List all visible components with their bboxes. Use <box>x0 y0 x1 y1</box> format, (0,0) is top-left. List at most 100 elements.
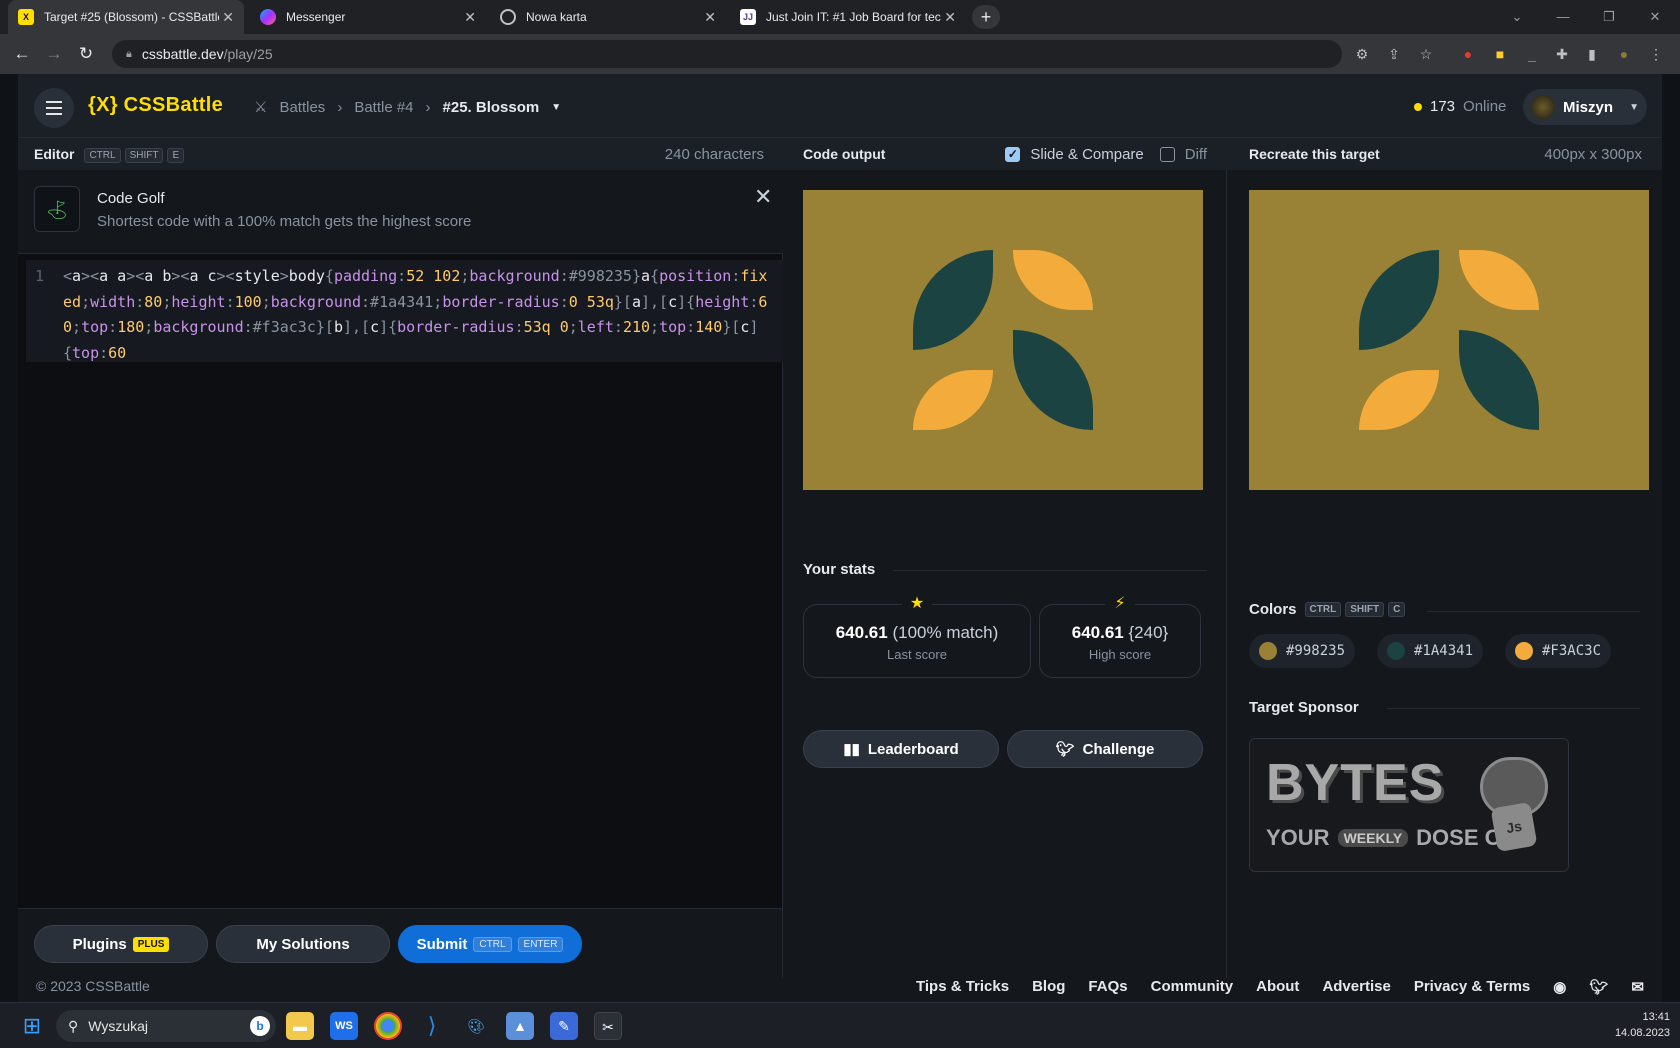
windows-start-icon[interactable]: ⊞ <box>18 1012 46 1040</box>
breadcrumb-battle[interactable]: Battle #4 <box>354 99 413 116</box>
color-swatch[interactable]: #F3AC3C <box>1505 634 1612 668</box>
photos-icon[interactable]: ▲ <box>506 1012 534 1040</box>
restore-icon[interactable]: ❐ <box>1586 0 1632 34</box>
output-canvas[interactable] <box>803 190 1203 490</box>
challenge-label: Challenge <box>1082 740 1155 758</box>
colors-title: Colors CTRL SHIFT C <box>1249 601 1406 618</box>
browser-tab-cssbattle[interactable]: X Target #25 (Blossom) - CSSBattle ✕ <box>8 0 244 34</box>
side-panel-icon[interactable]: ▮ <box>1582 44 1602 64</box>
footer-link[interactable]: Community <box>1151 978 1234 996</box>
sponsor-logo-text: BYTES <box>1266 754 1445 812</box>
hamburger-menu-button[interactable] <box>34 88 74 128</box>
webstorm-icon[interactable]: WS <box>330 1012 358 1040</box>
back-icon[interactable]: ← <box>10 42 34 66</box>
chevron-down-icon[interactable]: ▼ <box>551 102 561 113</box>
divider <box>1387 708 1640 709</box>
url-path: /play/25 <box>223 46 273 62</box>
extension-icon[interactable]: ● <box>1458 44 1478 64</box>
new-tab-button[interactable]: + <box>972 5 1000 29</box>
footer-link[interactable]: Privacy & Terms <box>1414 978 1530 996</box>
color-hex: #F3AC3C <box>1542 643 1602 659</box>
footer-link[interactable]: Advertise <box>1322 978 1390 996</box>
vscode-icon[interactable]: ⟩ <box>418 1012 446 1040</box>
code-golf-banner: ⛳︎ Code Golf Shortest code with a 100% m… <box>18 170 783 254</box>
js-tongue-icon: Js <box>1490 801 1538 853</box>
solutions-label: My Solutions <box>256 935 350 953</box>
leaf-shape <box>913 370 993 430</box>
color-swatch[interactable]: #998235 <box>1249 634 1356 668</box>
close-icon[interactable]: ✕ <box>754 184 772 210</box>
footer-link[interactable]: Tips & Tricks <box>916 978 1009 996</box>
leaf-shape <box>1013 250 1093 310</box>
diff-label: Diff <box>1184 145 1207 163</box>
puzzle-icon[interactable]: ✚ <box>1552 44 1572 64</box>
editor-shortcut: CTRL SHIFT E <box>80 145 185 163</box>
tagline-word: YOUR <box>1266 825 1330 850</box>
footer-link[interactable]: Blog <box>1032 978 1065 996</box>
close-icon[interactable]: ✕ <box>704 9 716 26</box>
search-icon: ⚲ <box>68 1017 79 1034</box>
slide-compare-toggle[interactable]: ✓ Slide & Compare <box>1005 146 1144 163</box>
challenge-button[interactable]: 🐦︎ Challenge <box>1007 730 1203 768</box>
breadcrumb-current[interactable]: #25. Blossom <box>443 99 540 116</box>
user-menu-button[interactable]: Miszyn ▼ <box>1523 89 1647 125</box>
file-explorer-icon[interactable]: ▬ <box>286 1012 314 1040</box>
plugins-button[interactable]: Plugins PLUS <box>34 925 208 963</box>
forward-icon[interactable]: → <box>42 42 66 66</box>
profile-avatar-icon[interactable]: ● <box>1614 44 1634 64</box>
editor-header: Editor CTRL SHIFT E 240 characters <box>18 138 783 170</box>
twitter-icon[interactable]: 🐦︎ <box>1589 978 1608 996</box>
tab-search-icon[interactable]: ⌄ <box>1494 0 1540 34</box>
code-editor[interactable]: 1 <a><a a><a b><a c><style>body{padding:… <box>26 260 783 362</box>
site-logo[interactable]: {X} CSSBattle <box>88 94 223 117</box>
lightning-icon: ⚡︎ <box>1105 593 1135 613</box>
snipping-tool-icon[interactable]: ✂ <box>594 1012 622 1040</box>
bookmark-star-icon[interactable]: ☆ <box>1416 44 1436 64</box>
footer-link[interactable]: About <box>1256 978 1299 996</box>
breadcrumb-battles[interactable]: Battles <box>279 99 325 116</box>
leaderboard-button[interactable]: ▮▮ Leaderboard <box>803 730 999 768</box>
taskbar-search[interactable]: ⚲ Wyszukaj b <box>56 1010 276 1042</box>
site-settings-icon[interactable]: ⚙ <box>1352 44 1372 64</box>
check-icon[interactable]: ✓ <box>1005 146 1021 162</box>
url-field[interactable]: 🔒︎ cssbattle.dev/play/25 <box>112 40 1342 68</box>
chrome-icon <box>500 9 516 25</box>
checkbox-icon[interactable] <box>1159 146 1175 162</box>
sponsor-banner[interactable]: BYTES YOUR WEEKLY DOSE OF Js <box>1249 738 1569 872</box>
last-score-card: ★ 640.61 (100% match) Last score <box>803 593 1031 678</box>
last-score-value: 640.61 <box>835 623 888 642</box>
system-clock[interactable]: 13:41 14.08.2023 <box>1615 1009 1670 1041</box>
browser-tab-bar: X Target #25 (Blossom) - CSSBattle ✕ Mes… <box>0 0 1680 34</box>
target-panel: Recreate this target 400px x 300px Color… <box>1227 138 1662 978</box>
divider <box>893 570 1207 571</box>
window-close-icon[interactable]: ✕ <box>1632 0 1678 34</box>
browser-tab-messenger[interactable]: Messenger ✕ <box>250 0 486 34</box>
my-solutions-button[interactable]: My Solutions <box>216 925 390 963</box>
share-icon[interactable]: ⇪ <box>1384 44 1404 64</box>
submit-label: Submit <box>416 935 468 953</box>
browser-tab-new[interactable]: Nowa karta ✕ <box>490 0 726 34</box>
submit-button[interactable]: Submit CTRL ENTER <box>398 925 582 963</box>
kbd-key: CTRL <box>473 936 512 952</box>
tab-title: Target #25 (Blossom) - CSSBattle <box>44 10 219 24</box>
paint-icon[interactable]: 🎨︎ <box>462 1012 490 1040</box>
chrome-icon[interactable] <box>374 1012 402 1040</box>
close-icon[interactable]: ✕ <box>464 9 476 26</box>
extension-icon[interactable]: ■ <box>1490 44 1510 64</box>
reload-icon[interactable]: ↻ <box>74 42 98 66</box>
diff-toggle[interactable]: Diff <box>1159 145 1207 163</box>
color-swatch[interactable]: #1A4341 <box>1377 634 1484 668</box>
star-icon: ★ <box>902 593 932 613</box>
close-icon[interactable]: ✕ <box>944 9 956 26</box>
paint3d-icon[interactable]: ✎ <box>550 1012 578 1040</box>
mail-icon[interactable]: ✉ <box>1631 978 1644 996</box>
online-dot-icon <box>1414 102 1422 111</box>
footer-link[interactable]: FAQs <box>1088 978 1127 996</box>
browser-tab-justjoinit[interactable]: JJ Just Join IT: #1 Job Board for tec ✕ <box>730 0 966 34</box>
extension-icon[interactable]: _ <box>1522 44 1542 64</box>
close-icon[interactable]: ✕ <box>222 9 234 26</box>
discord-icon[interactable]: ◉ <box>1553 978 1566 996</box>
bing-icon: b <box>250 1016 270 1036</box>
minimize-icon[interactable]: — <box>1540 0 1586 34</box>
more-menu-icon[interactable]: ⋮ <box>1646 44 1666 64</box>
